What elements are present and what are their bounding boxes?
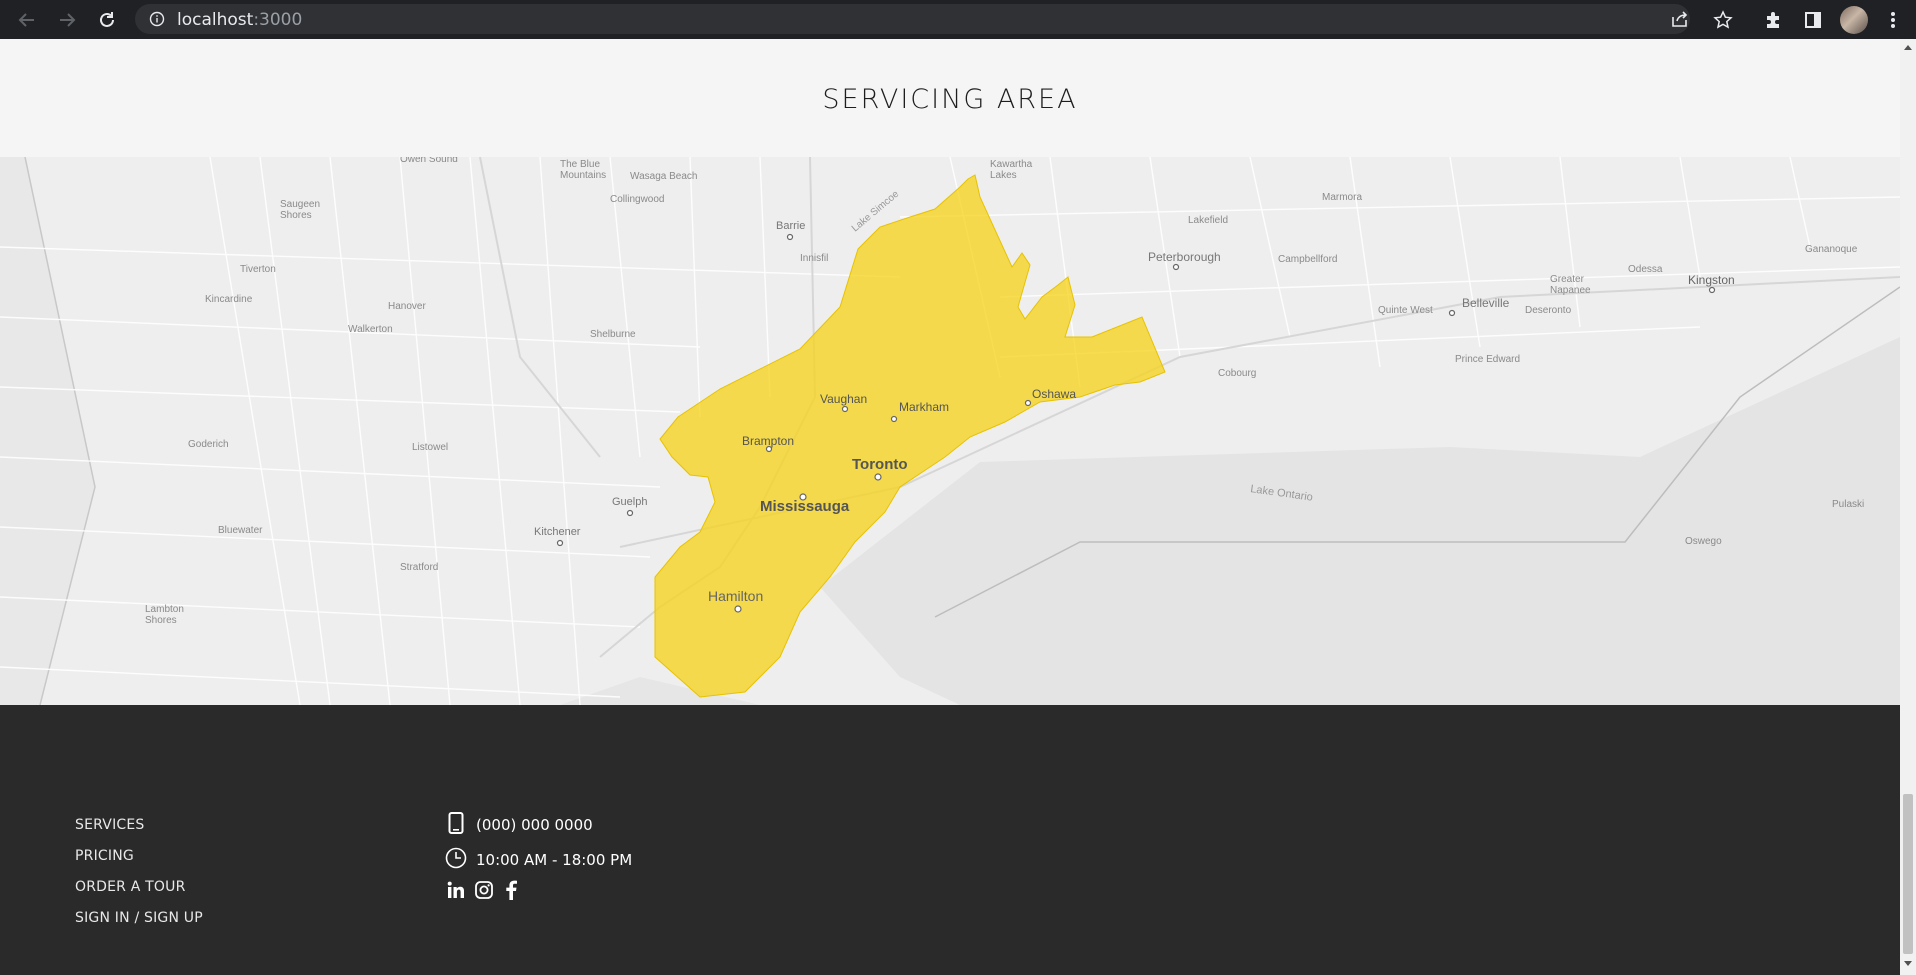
url-host: localhost: [177, 10, 254, 30]
phone-icon: [446, 811, 466, 835]
footer-link-services[interactable]: SERVICES: [75, 817, 145, 833]
place-belleville: Belleville: [1462, 296, 1510, 310]
place-deseronto: Deseronto: [1525, 305, 1572, 316]
star-icon[interactable]: [1710, 7, 1736, 33]
place-hamilton: Hamilton: [708, 588, 763, 604]
map-canvas[interactable]: Toronto Mississauga Brampton Vaughan Mar…: [0, 157, 1900, 705]
place-saugeen-shores: Saugeen Shores: [280, 199, 320, 221]
place-oswego: Oswego: [1685, 536, 1722, 547]
site-info-icon[interactable]: [149, 11, 165, 32]
place-prince-edward: Prince Edward: [1455, 354, 1520, 365]
service-area-map[interactable]: Toronto Mississauga Brampton Vaughan Mar…: [0, 157, 1900, 705]
url-port: :3000: [253, 10, 303, 30]
place-shelburne: Shelburne: [590, 329, 636, 340]
place-bluewater: Bluewater: [218, 525, 263, 536]
place-gananoque: Gananoque: [1805, 244, 1858, 255]
place-wasaga-beach: Wasaga Beach: [630, 171, 697, 182]
place-stratford: Stratford: [400, 562, 438, 573]
place-guelph: Guelph: [612, 496, 647, 508]
site-footer: SERVICES PRICING ORDER A TOUR SIGN IN / …: [0, 705, 1900, 975]
footer-hours: 10:00 AM - 18:00 PM: [476, 851, 633, 869]
place-cobourg: Cobourg: [1218, 368, 1256, 379]
place-odessa: Odessa: [1628, 264, 1663, 275]
place-lambton-shores: Lambton Shores: [145, 604, 184, 626]
footer-link-order-a-tour[interactable]: ORDER A TOUR: [75, 879, 186, 895]
place-hanover: Hanover: [388, 301, 426, 312]
place-brampton: Brampton: [742, 434, 794, 448]
place-the-blue-mountains: The Blue Mountains: [560, 159, 606, 181]
place-kitchener: Kitchener: [534, 526, 581, 538]
side-panel-icon[interactable]: [1800, 7, 1826, 33]
browser-toolbar: localhost:3000: [0, 0, 1916, 39]
section-title: SERVICING AREA: [822, 84, 1078, 115]
place-lakefield: Lakefield: [1188, 215, 1228, 226]
forward-arrow-icon[interactable]: [54, 7, 80, 33]
page-content: SERVICING AREA Toronto Mississauga Bramp…: [0, 39, 1900, 975]
page-scrollbar[interactable]: [1900, 39, 1916, 975]
scroll-up-icon[interactable]: [1904, 45, 1912, 50]
share-icon[interactable]: [1670, 10, 1690, 33]
clock-icon: [444, 846, 468, 870]
scrollbar-thumb[interactable]: [1903, 794, 1913, 954]
place-barrie: Barrie: [776, 220, 805, 232]
facebook-icon[interactable]: [502, 880, 520, 900]
place-kawartha-lakes: Kawartha Lakes: [990, 159, 1033, 181]
profile-avatar[interactable]: [1840, 6, 1868, 34]
back-arrow-icon[interactable]: [14, 7, 40, 33]
place-oshawa: Oshawa: [1032, 387, 1076, 401]
place-quinte-west: Quinte West: [1378, 305, 1433, 316]
place-innisfil: Innisfil: [800, 253, 828, 264]
footer-link-pricing[interactable]: PRICING: [75, 848, 134, 864]
url-text: localhost:3000: [177, 10, 302, 30]
place-mississauga: Mississauga: [760, 498, 850, 515]
place-vaughan: Vaughan: [820, 392, 867, 406]
lake-huron-water: [0, 157, 95, 705]
kebab-menu-icon[interactable]: [1880, 7, 1906, 33]
place-collingwood: Collingwood: [610, 194, 664, 205]
place-pulaski: Pulaski: [1832, 499, 1864, 510]
place-kingston: Kingston: [1688, 273, 1735, 287]
place-kincardine: Kincardine: [205, 294, 253, 305]
place-owen-sound: Owen Sound: [400, 157, 458, 165]
extensions-icon[interactable]: [1760, 7, 1786, 33]
instagram-icon[interactable]: [474, 880, 494, 900]
place-goderich: Goderich: [188, 439, 229, 450]
scroll-down-icon[interactable]: [1904, 961, 1912, 966]
servicing-area-header: SERVICING AREA: [0, 39, 1900, 157]
place-peterborough: Peterborough: [1148, 250, 1221, 264]
footer-phone: (000) 000 0000: [476, 816, 593, 834]
linkedin-icon[interactable]: [446, 880, 466, 900]
place-listowel: Listowel: [412, 442, 448, 453]
place-toronto: Toronto: [852, 456, 908, 473]
address-bar[interactable]: localhost:3000: [135, 4, 1690, 34]
place-campbellford: Campbellford: [1278, 254, 1337, 265]
place-tiverton: Tiverton: [240, 264, 276, 275]
place-marmora: Marmora: [1322, 192, 1362, 203]
reload-icon[interactable]: [94, 7, 120, 33]
place-walkerton: Walkerton: [348, 324, 393, 335]
footer-link-sign-in-sign-up[interactable]: SIGN IN / SIGN UP: [75, 910, 203, 926]
place-markham: Markham: [899, 400, 949, 414]
